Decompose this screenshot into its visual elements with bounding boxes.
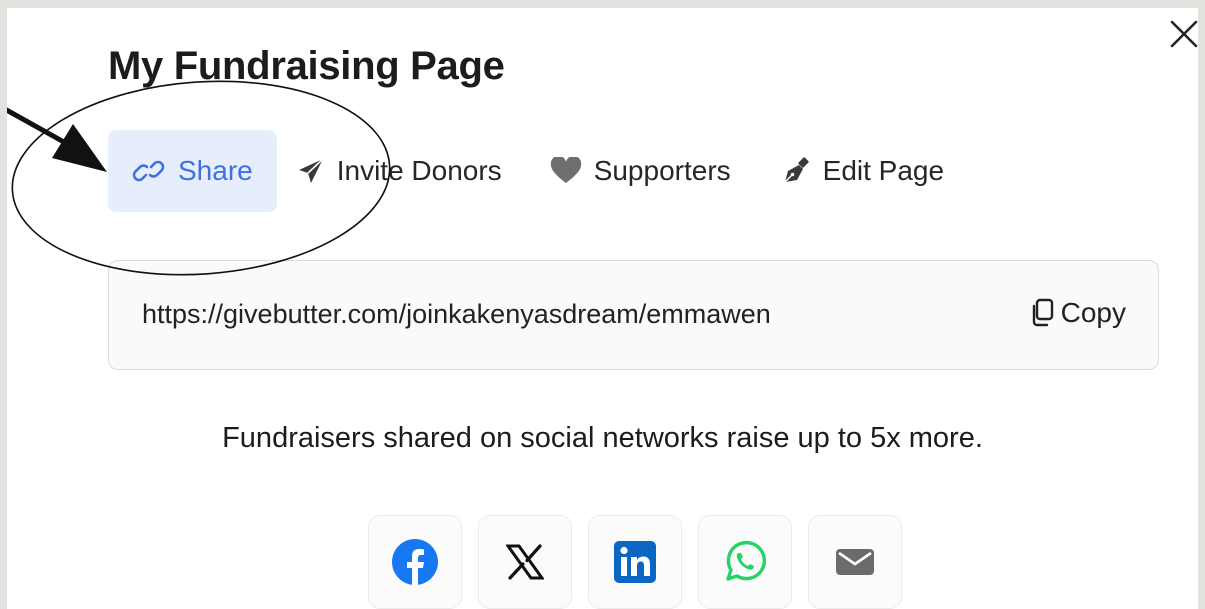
close-button[interactable] [1164, 14, 1198, 54]
tab-bar: Share Invite Donors Supporters Edit Page [108, 130, 968, 212]
share-url-field[interactable]: https://givebutter.com/joinkakenyasdream… [108, 260, 1159, 370]
page-title: My Fundraising Page [108, 44, 505, 88]
social-share-buttons [368, 515, 902, 609]
tab-supporters[interactable]: Supporters [526, 130, 755, 212]
link-icon [132, 160, 165, 182]
tab-invite-donors[interactable]: Invite Donors [277, 130, 526, 212]
tab-edit-page[interactable]: Edit Page [755, 130, 968, 212]
share-whatsapp-button[interactable] [698, 515, 792, 609]
facebook-icon [392, 539, 438, 585]
paper-plane-icon [298, 158, 324, 183]
share-modal: My Fundraising Page Share Invite Donors … [7, 8, 1198, 609]
share-linkedin-button[interactable] [588, 515, 682, 609]
tab-share[interactable]: Share [108, 130, 277, 212]
pen-icon [784, 157, 809, 183]
email-icon [836, 549, 874, 575]
annotation-arrow-shaft [7, 107, 74, 149]
copy-icon [1032, 298, 1053, 327]
whatsapp-icon [726, 540, 767, 581]
linkedin-icon [614, 541, 656, 583]
share-promo-text: Fundraisers shared on social networks ra… [222, 422, 983, 454]
copy-button[interactable]: Copy [1029, 297, 1126, 329]
close-icon [1170, 20, 1198, 48]
share-x-button[interactable] [478, 515, 572, 609]
share-email-button[interactable] [808, 515, 902, 609]
tab-edit-page-label: Edit Page [822, 155, 945, 186]
annotation-arrow-head [52, 124, 107, 172]
heart-icon [550, 157, 581, 183]
copy-label: Copy [1060, 297, 1126, 328]
share-facebook-button[interactable] [368, 515, 462, 609]
tab-share-label: Share [178, 155, 253, 186]
share-url-text: https://givebutter.com/joinkakenyasdream… [142, 299, 771, 329]
tab-invite-donors-label: Invite Donors [336, 155, 502, 186]
tab-supporters-label: Supporters [593, 155, 731, 186]
x-icon [506, 544, 544, 580]
